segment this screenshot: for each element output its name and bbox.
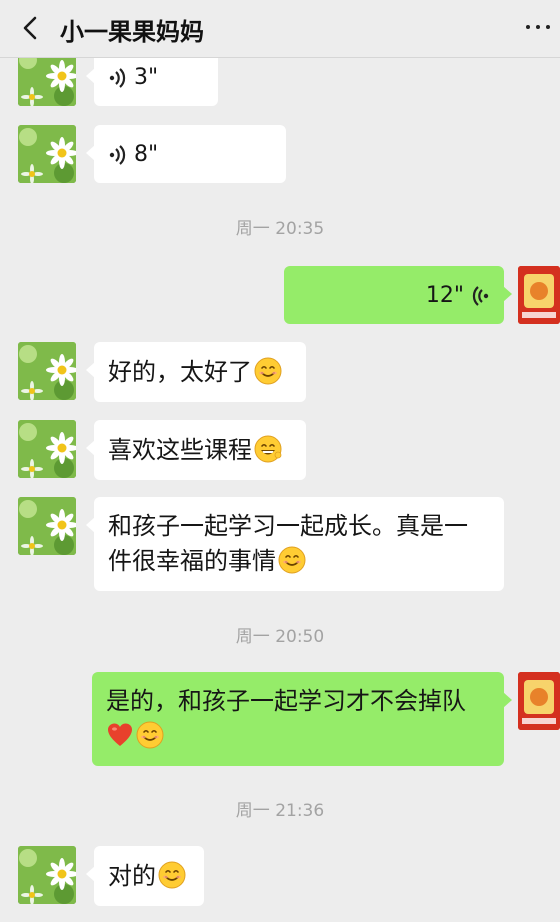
contact-avatar[interactable] [18,125,76,183]
message-text: 喜欢这些课程 [108,436,252,464]
voice-message-bubble[interactable]: 8" [86,125,286,183]
message-text-line: 是的，和孩子一起学习才不会掉队 [106,687,466,715]
voice-duration: 3" [134,65,159,90]
text-message-bubble[interactable]: 好的，太好了 [86,342,306,402]
heart-emoji-icon [108,723,132,746]
message-timestamp: 周一 20:35 [235,219,325,239]
smile-emoji-icon [136,721,164,749]
message-text: 对的 [108,862,156,890]
contact-avatar[interactable] [18,497,76,555]
voice-wave-icon [109,68,126,88]
message-timestamp: 周一 21:36 [235,801,325,821]
text-message-bubble[interactable]: 是的，和孩子一起学习才不会掉队 [92,672,512,766]
smile-emoji-icon [158,861,186,889]
voice-duration: 12" [425,283,464,308]
my-avatar[interactable] [518,266,560,324]
chat-title: 小一果果妈妈 [60,18,204,46]
more-options-icon[interactable] [526,22,550,32]
voice-duration: 8" [134,142,159,167]
voice-wave-icon [472,286,489,306]
my-avatar[interactable] [518,672,560,730]
message-text-line: 件很幸福的事情 [108,547,276,575]
message-text: 好的，太好了 [108,358,252,386]
contact-avatar[interactable] [18,846,76,904]
contact-avatar[interactable] [18,420,76,478]
smile-emoji-icon [254,357,282,385]
chat-header: 小一果果妈妈 [0,0,560,58]
contact-avatar[interactable] [18,342,76,400]
back-arrow-icon[interactable] [16,13,46,43]
smile-emoji-icon [278,546,306,574]
voice-wave-icon [109,145,126,165]
message-timestamp: 周一 20:50 [235,627,325,647]
text-message-bubble[interactable]: 对的 [86,846,204,906]
text-message-bubble[interactable]: 喜欢这些课程 [86,420,306,480]
message-text-line: 和孩子一起学习一起成长。真是一 [108,512,468,540]
grin-emoji-icon [254,435,282,463]
voice-message-bubble[interactable]: 12" [284,266,512,324]
text-message-bubble[interactable]: 和孩子一起学习一起成长。真是一 件很幸福的事情 [86,497,504,591]
